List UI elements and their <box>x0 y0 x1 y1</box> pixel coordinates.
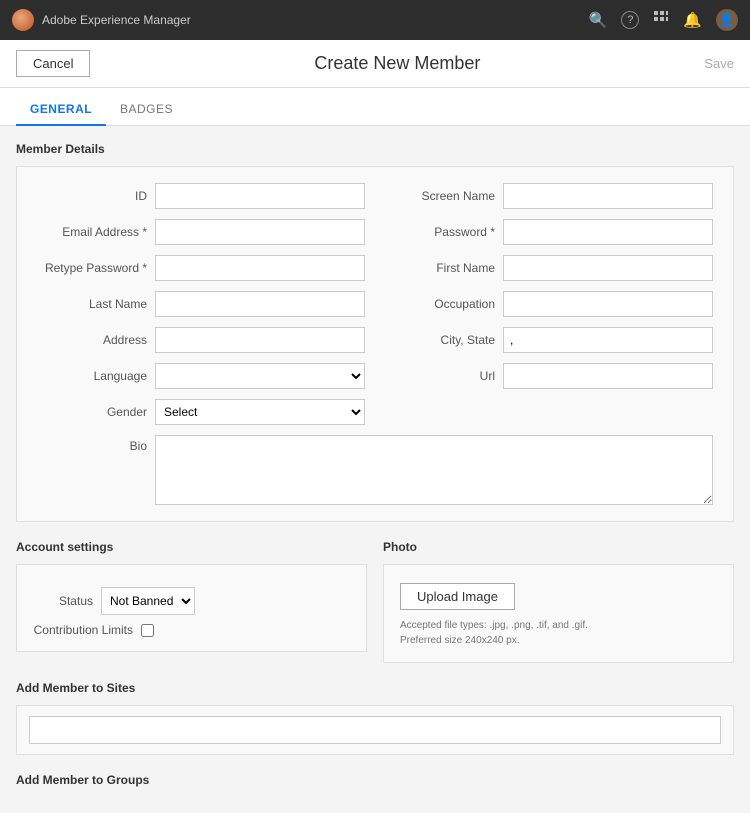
first-name-input[interactable] <box>503 255 713 281</box>
occupation-input[interactable] <box>503 291 713 317</box>
left-column: ID <box>37 183 365 209</box>
contrib-checkbox[interactable] <box>141 624 154 637</box>
city-state-label: City, State <box>385 333 495 347</box>
bio-row: Bio <box>37 435 713 505</box>
gender-select[interactable]: Select <box>155 399 365 425</box>
account-settings-title: Account settings <box>16 540 367 554</box>
city-state-row: City, State <box>385 327 713 353</box>
sites-input[interactable] <box>29 716 721 744</box>
last-name-col: Last Name <box>37 291 365 317</box>
status-label: Status <box>33 594 93 608</box>
address-row: Address <box>37 327 365 353</box>
id-input[interactable] <box>155 183 365 209</box>
screen-name-row: Screen Name <box>385 183 713 209</box>
id-label: ID <box>37 189 147 203</box>
app-title: Adobe Experience Manager <box>42 13 191 27</box>
toolbar: Cancel Create New Member Save <box>0 40 750 88</box>
search-icon[interactable]: 🔍 <box>589 11 608 29</box>
user-icon[interactable]: 👤 <box>716 9 738 31</box>
cancel-button[interactable]: Cancel <box>16 50 90 77</box>
bio-label: Bio <box>37 435 147 453</box>
photo-section: Photo Upload Image Accepted file types: … <box>383 540 734 663</box>
tab-general[interactable]: General <box>16 94 106 126</box>
first-name-label: First Name <box>385 261 495 275</box>
password-row: Password * <box>385 219 713 245</box>
first-name-col: First Name <box>385 255 713 281</box>
upload-hint-line1: Accepted file types: .jpg, .png, .tif, a… <box>400 620 588 631</box>
last-name-input[interactable] <box>155 291 365 317</box>
language-col: Language <box>37 363 365 389</box>
account-photo-row: Account settings Status Not Banned Banne… <box>16 540 734 663</box>
save-button[interactable]: Save <box>704 56 734 71</box>
address-input[interactable] <box>155 327 365 353</box>
language-select[interactable] <box>155 363 365 389</box>
top-bar-left: Adobe Experience Manager <box>12 9 191 31</box>
account-settings-card: Status Not Banned Banned Contribution Li… <box>16 564 367 652</box>
screen-name-input[interactable] <box>503 183 713 209</box>
retype-password-row: Retype Password * <box>37 255 365 281</box>
city-state-input[interactable] <box>503 327 713 353</box>
gender-label: Gender <box>37 405 147 419</box>
email-input[interactable] <box>155 219 365 245</box>
apps-icon[interactable] <box>653 10 669 30</box>
occupation-label: Occupation <box>385 297 495 311</box>
status-select[interactable]: Not Banned Banned <box>101 587 195 615</box>
help-icon[interactable]: ? <box>621 11 639 29</box>
language-row: Language <box>37 363 365 389</box>
address-col: Address <box>37 327 365 353</box>
status-row: Status Not Banned Banned <box>33 587 350 615</box>
right-column-screen-name: Screen Name <box>385 183 713 209</box>
member-details-form: ID Screen Name Email Address * <box>37 183 713 425</box>
password-input[interactable] <box>503 219 713 245</box>
top-bar: Adobe Experience Manager 🔍 ? 🔔 👤 <box>0 0 750 40</box>
email-row: Email Address * <box>37 219 365 245</box>
gender-right-placeholder <box>385 399 713 425</box>
photo-title: Photo <box>383 540 734 554</box>
member-details-card: ID Screen Name Email Address * <box>16 166 734 522</box>
photo-card: Upload Image Accepted file types: .jpg, … <box>383 564 734 663</box>
gender-row: Gender Select <box>37 399 365 425</box>
groups-section-title: Add Member to Groups <box>16 773 734 787</box>
contrib-row: Contribution Limits <box>33 623 350 637</box>
account-settings-section: Account settings Status Not Banned Banne… <box>16 540 367 663</box>
screen-name-label: Screen Name <box>385 189 495 203</box>
password-col: Password * <box>385 219 713 245</box>
bell-icon[interactable]: 🔔 <box>683 11 702 29</box>
url-row: Url <box>385 363 713 389</box>
address-label: Address <box>37 333 147 347</box>
upload-hint: Accepted file types: .jpg, .png, .tif, a… <box>400 618 588 648</box>
first-name-row: First Name <box>385 255 713 281</box>
bio-textarea[interactable] <box>155 435 713 505</box>
contrib-label: Contribution Limits <box>33 623 133 637</box>
main-content: Member Details ID Screen Name <box>0 126 750 813</box>
photo-card-inner: Upload Image Accepted file types: .jpg, … <box>400 579 717 648</box>
url-input[interactable] <box>503 363 713 389</box>
aem-logo-icon <box>12 9 34 31</box>
member-details-title: Member Details <box>16 142 734 156</box>
page-title: Create New Member <box>314 53 480 74</box>
url-col: Url <box>385 363 713 389</box>
language-label: Language <box>37 369 147 383</box>
retype-password-label: Retype Password * <box>37 261 147 275</box>
gender-col: Gender Select <box>37 399 365 425</box>
tabs-bar: General Badges <box>0 88 750 126</box>
sites-section-title: Add Member to Sites <box>16 681 734 695</box>
top-bar-right: 🔍 ? 🔔 👤 <box>589 9 738 31</box>
upload-hint-line2: Preferred size 240x240 px. <box>400 635 520 646</box>
last-name-row: Last Name <box>37 291 365 317</box>
email-label: Email Address * <box>37 225 147 239</box>
retype-password-input[interactable] <box>155 255 365 281</box>
id-row: ID <box>37 183 365 209</box>
city-state-col: City, State <box>385 327 713 353</box>
email-col: Email Address * <box>37 219 365 245</box>
occupation-col: Occupation <box>385 291 713 317</box>
retype-col: Retype Password * <box>37 255 365 281</box>
url-label: Url <box>385 369 495 383</box>
tab-badges[interactable]: Badges <box>106 94 187 126</box>
upload-image-button[interactable]: Upload Image <box>400 583 515 610</box>
sites-card <box>16 705 734 755</box>
password-label: Password * <box>385 225 495 239</box>
occupation-row: Occupation <box>385 291 713 317</box>
last-name-label: Last Name <box>37 297 147 311</box>
